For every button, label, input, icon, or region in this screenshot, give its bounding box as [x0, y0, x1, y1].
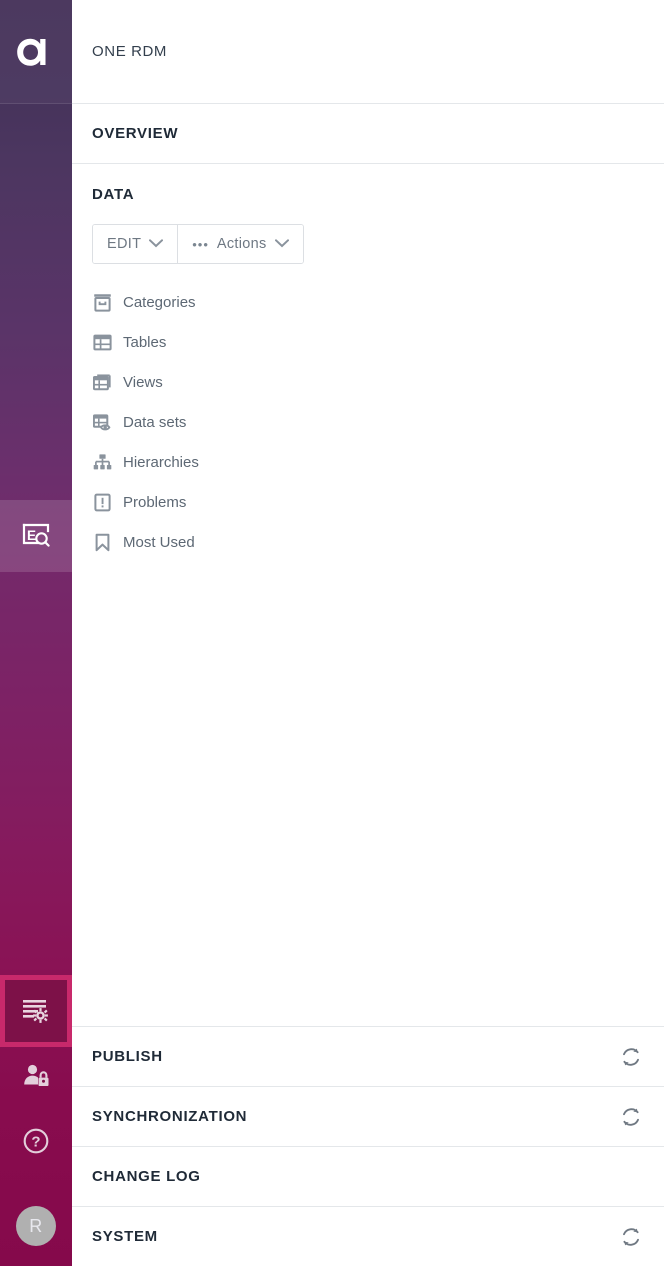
menu-item-label: Views	[123, 373, 163, 391]
hierarchy-tree-icon	[92, 452, 112, 472]
actions-button-label: Actions	[216, 236, 267, 252]
bottom-sections: PUBLISH SYNCHRONIZATION CHANGE LOG SYSTE…	[72, 1026, 664, 1266]
refresh-icon[interactable]	[620, 1106, 642, 1128]
user-lock-icon	[22, 1062, 50, 1090]
rail-item-data-management[interactable]	[0, 975, 72, 1047]
menu-item-data-sets[interactable]: Data sets	[92, 402, 664, 442]
edit-button-label: EDIT	[107, 236, 142, 252]
refresh-icon[interactable]	[620, 1046, 642, 1068]
help-circle-icon: ?	[22, 1127, 50, 1155]
section-system[interactable]: SYSTEM	[72, 1206, 664, 1266]
menu-item-label: Hierarchies	[123, 453, 199, 471]
left-nav-rail: E ? R	[0, 0, 72, 1266]
more-dots-icon: •••	[192, 236, 209, 252]
menu-item-tables[interactable]: Tables	[92, 322, 664, 362]
section-overview-label: OVERVIEW	[92, 125, 179, 142]
menu-item-problems[interactable]: Problems	[92, 482, 664, 522]
svg-text:E: E	[27, 528, 36, 543]
section-data-label: DATA	[92, 185, 135, 203]
actions-button[interactable]: ••• Actions	[177, 225, 303, 263]
main-panel: ONE RDM OVERVIEW DATA EDIT ••• Actions C…	[72, 0, 664, 1266]
section-change-log-label: CHANGE LOG	[92, 1168, 201, 1185]
data-settings-icon	[21, 997, 51, 1025]
table-views-icon	[92, 372, 112, 392]
chevron-down-icon	[274, 236, 289, 252]
data-section: DATA EDIT ••• Actions Categories Tables …	[72, 164, 664, 1026]
section-synchronization[interactable]: SYNCHRONIZATION	[72, 1086, 664, 1146]
edit-button[interactable]: EDIT	[93, 225, 178, 263]
svg-text:?: ?	[31, 1134, 40, 1151]
letter-a-logo-icon	[15, 31, 57, 73]
menu-item-label: Problems	[123, 493, 187, 511]
dataset-eye-icon	[92, 412, 112, 432]
menu-item-hierarchies[interactable]: Hierarchies	[92, 442, 664, 482]
section-publish-label: PUBLISH	[92, 1048, 163, 1065]
section-overview[interactable]: OVERVIEW	[72, 104, 664, 164]
table-grid-icon	[92, 332, 112, 352]
alert-square-icon	[92, 492, 112, 512]
bookmark-icon	[92, 532, 112, 552]
section-change-log[interactable]: CHANGE LOG	[72, 1146, 664, 1206]
user-avatar[interactable]: R	[0, 1190, 72, 1262]
avatar-initial: R	[16, 1206, 56, 1246]
rail-item-eq-query[interactable]: E	[0, 500, 72, 572]
eq-search-icon: E	[21, 521, 51, 551]
menu-item-label: Tables	[123, 333, 167, 351]
rail-item-active-inner	[5, 980, 67, 1042]
rail-item-help[interactable]: ?	[0, 1105, 72, 1177]
rail-item-security[interactable]	[0, 1040, 72, 1112]
menu-item-label: Data sets	[123, 413, 187, 431]
section-synchronization-label: SYNCHRONIZATION	[92, 1108, 248, 1125]
section-system-label: SYSTEM	[92, 1228, 158, 1245]
menu-item-label: Most Used	[123, 533, 195, 551]
menu-item-label: Categories	[123, 293, 196, 311]
app-title: ONE RDM	[72, 0, 664, 104]
menu-item-most-used[interactable]: Most Used	[92, 522, 664, 562]
chevron-down-icon	[149, 236, 164, 252]
menu-item-views[interactable]: Views	[92, 362, 664, 402]
section-publish[interactable]: PUBLISH	[72, 1026, 664, 1086]
refresh-icon[interactable]	[620, 1226, 642, 1248]
app-logo[interactable]	[0, 0, 72, 104]
data-toolbar: EDIT ••• Actions	[92, 224, 304, 264]
data-menu-list: Categories Tables Views Data sets Hierar…	[72, 282, 664, 562]
menu-item-categories[interactable]: Categories	[92, 282, 664, 322]
application-window: E ? R ONE RDM OVERVIEW DATA EDIT ••• Act…	[0, 0, 664, 1266]
archive-box-icon	[92, 292, 112, 312]
